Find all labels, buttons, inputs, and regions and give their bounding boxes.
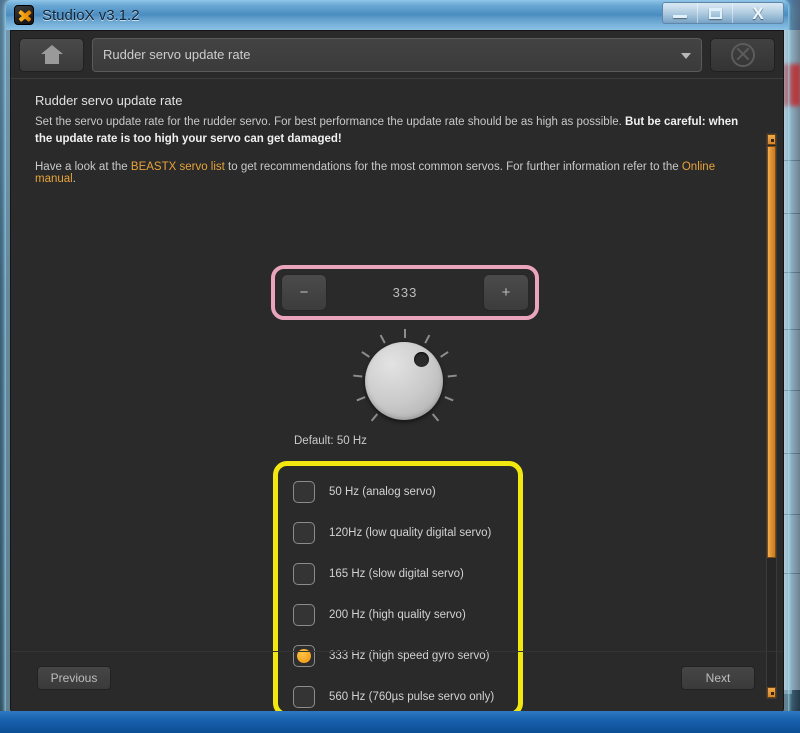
stepper-value: 333: [392, 285, 418, 300]
beastx-servo-list-link[interactable]: BEASTX servo list: [131, 161, 225, 173]
content-panel: Rudder servo update rate Set the servo u…: [11, 79, 783, 711]
maximize-icon: [708, 7, 722, 19]
page-select-dropdown[interactable]: Rudder servo update rate: [92, 37, 702, 72]
window-title: StudioX v3.1.2: [42, 6, 140, 24]
option-label: 120Hz (low quality digital servo): [329, 526, 492, 539]
option-label: 50 Hz (analog servo): [329, 485, 436, 498]
window-client-area: Rudder servo update rate Rudder servo up…: [10, 30, 784, 712]
links-prefix-text: Have a look at the: [35, 161, 131, 174]
default-value-label: Default: 50 Hz: [294, 435, 367, 447]
decrement-button[interactable]: −: [281, 274, 327, 311]
option-200hz[interactable]: 200 Hz (high quality servo): [293, 594, 523, 635]
page-select-value: Rudder servo update rate: [103, 47, 251, 62]
studiox-window: StudioX v3.1.2 X Rudder servo update rat…: [6, 0, 788, 716]
minimize-icon: [673, 15, 687, 18]
vertical-scrollbar[interactable]: [766, 133, 777, 699]
window-controls: X: [662, 2, 784, 24]
windows-taskbar: [0, 711, 800, 733]
radio-box[interactable]: [293, 562, 315, 585]
footer-navigation: Previous Next: [11, 651, 783, 711]
toolbar: Rudder servo update rate: [11, 31, 783, 79]
option-120hz[interactable]: 120Hz (low quality digital servo): [293, 512, 523, 553]
home-button[interactable]: [19, 37, 84, 72]
option-165hz[interactable]: 165 Hz (slow digital servo): [293, 553, 523, 594]
chevron-down-icon: [681, 52, 691, 59]
home-icon: [40, 45, 63, 64]
increment-button[interactable]: +: [483, 274, 529, 311]
maximize-button[interactable]: [698, 3, 733, 23]
option-label: 165 Hz (slow digital servo): [329, 567, 464, 580]
minimize-button[interactable]: [663, 3, 698, 23]
next-button[interactable]: Next: [681, 666, 755, 690]
window-titlebar: StudioX v3.1.2 X: [6, 0, 788, 30]
links-middle-text: to get recommendations for the most comm…: [224, 161, 682, 174]
rotary-knob[interactable]: [352, 329, 457, 433]
page-title: Rudder servo update rate: [35, 93, 183, 108]
scrollbar-thumb[interactable]: [767, 146, 776, 558]
close-icon: X: [752, 3, 764, 23]
circle-x-icon: [730, 42, 755, 67]
page-description: Set the servo update rate for the rudder…: [35, 114, 755, 147]
links-suffix-text: .: [72, 173, 76, 186]
value-stepper: − 333 +: [277, 271, 533, 314]
radio-box[interactable]: [293, 603, 315, 626]
page-links-paragraph: Have a look at the BEASTX servo list to …: [35, 161, 755, 185]
previous-button[interactable]: Previous: [37, 666, 111, 690]
description-normal-text: Set the servo update rate for the rudder…: [35, 116, 626, 128]
disconnect-button[interactable]: [710, 37, 775, 72]
knob-body[interactable]: [365, 342, 443, 420]
radio-box[interactable]: [293, 521, 315, 544]
studiox-x-logo-icon: [14, 5, 34, 25]
scroll-up-arrow-icon[interactable]: [767, 134, 776, 145]
option-50hz[interactable]: 50 Hz (analog servo): [293, 471, 523, 512]
knob-indicator-dot: [414, 352, 429, 367]
option-label: 200 Hz (high quality servo): [329, 608, 466, 621]
radio-box[interactable]: [293, 480, 315, 503]
close-button[interactable]: X: [733, 3, 783, 23]
